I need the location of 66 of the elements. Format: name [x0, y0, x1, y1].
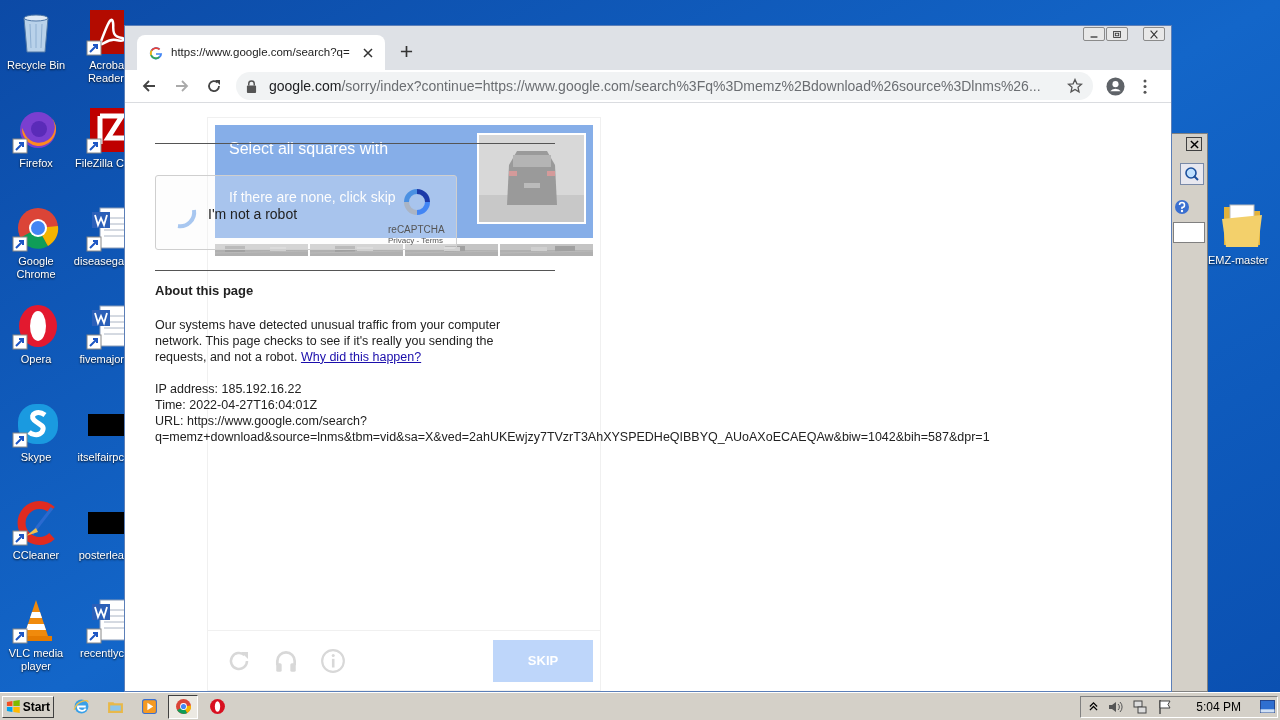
- close-button[interactable]: [1143, 27, 1165, 41]
- star-icon[interactable]: [1067, 78, 1083, 94]
- reload-icon[interactable]: [206, 78, 222, 94]
- input-field[interactable]: [1173, 222, 1205, 243]
- circle-logo-icon: [174, 698, 192, 715]
- address-bar[interactable]: google.com/sorry/index?continue=https://www.google.com/search%3Fq%3Dmemz%2Bdownload%26source%3Dlnms%26...: [236, 72, 1093, 100]
- play-icon: [140, 698, 158, 715]
- desktop-icon-label[interactable]: Firefox: [0, 157, 72, 170]
- info-line: q=memz+download&source=lnms&tbm=vid&sa=X&ved=2ahUKEwjzy7TVzrT3AhXYSPEDHeQIBBYQ_AUoAXoECAEQAw&biw=1042&bih=587&dpr=1: [155, 428, 991, 445]
- recaptcha-logo-icon: [401, 186, 433, 218]
- url-text: google.com/sorry/index?continue=https://www.google.com/search%3Fq%3Dmemz%2Bdownload%26source%3Dlnms%26...: [269, 76, 1042, 96]
- checkbox-label: I'm not a robot: [208, 205, 298, 224]
- menu-icon[interactable]: [1143, 78, 1147, 94]
- info-line: IP address: 185.192.16.22: [155, 380, 303, 397]
- desktop-icon-label[interactable]: Google Chrome: [0, 255, 72, 281]
- clock: 5:04 PM: [1196, 698, 1241, 716]
- info-line: Time: 2022-04-27T16:04:01Z: [155, 396, 319, 413]
- section-heading: About this page: [155, 282, 255, 300]
- account-icon[interactable]: [1106, 76, 1125, 96]
- start-button[interactable]: Start: [2, 695, 54, 718]
- desktop-icon-label[interactable]: recentlyc: [70, 647, 124, 660]
- close-button[interactable]: [1186, 137, 1202, 151]
- network-icon[interactable]: [1132, 698, 1149, 715]
- desktop-icon-label[interactable]: Acroba Reader: [70, 59, 124, 85]
- privacy-terms-links[interactable]: Privacy - Terms: [388, 235, 443, 247]
- new-tab-icon[interactable]: [400, 45, 413, 58]
- desktop-icon-label[interactable]: VLC media player: [0, 647, 72, 673]
- taskbar-button[interactable]: [168, 694, 198, 719]
- paragraph: Our systems have detected unusual traffic from your computer network. This page checks to see if it's really you sending the requests, and not a robot. Why did this happen?: [155, 316, 502, 365]
- desktop-icon-label[interactable]: posterlea: [70, 549, 124, 562]
- pdf-document-icon[interactable]: [86, 8, 124, 56]
- link[interactable]: Why did this happen?: [300, 349, 422, 364]
- desktop-icon-label[interactable]: EMZ-master: [1208, 254, 1274, 267]
- desktop-icon-label[interactable]: diseasega: [70, 255, 124, 268]
- minimize-icon: [1088, 36, 1100, 38]
- chevron-up-icon[interactable]: [1089, 701, 1099, 712]
- back-icon[interactable]: [141, 78, 157, 94]
- challenge-title: Select all squares with: [229, 139, 389, 159]
- recaptcha-brand: reCAPTCHA: [388, 223, 445, 237]
- close-icon[interactable]: [363, 47, 373, 58]
- letter-o-icon[interactable]: [12, 302, 60, 350]
- desktop-icon-label[interactable]: FileZilla C: [70, 157, 124, 170]
- desktop-icon-label[interactable]: fivemajor: [70, 353, 124, 366]
- letter-o-icon: [208, 698, 226, 715]
- desktop-icon-label[interactable]: CCleaner: [0, 549, 72, 562]
- windows-flag-icon: [6, 699, 21, 714]
- flag-icon[interactable]: [1157, 698, 1174, 715]
- desktop-icon-label[interactable]: itselfairpc: [70, 451, 124, 464]
- desktop-icon-label[interactable]: Recycle Bin: [0, 59, 72, 72]
- info-line: URL: https://www.google.com/search?: [155, 412, 368, 429]
- show-desktop-icon[interactable]: [1260, 700, 1275, 713]
- close-icon: [1148, 28, 1160, 40]
- desktop-icon-label[interactable]: Skype: [0, 451, 72, 464]
- restore-button[interactable]: [1106, 27, 1128, 41]
- minimize-button[interactable]: [1083, 27, 1105, 41]
- restore-icon: [1111, 28, 1123, 40]
- google-logo-icon: [149, 45, 163, 60]
- search-button[interactable]: [1180, 163, 1204, 185]
- browser-tab[interactable]: https://www.google.com/search?q=: [137, 35, 385, 70]
- desktop-icon-label[interactable]: Opera: [0, 353, 72, 366]
- help-icon[interactable]: [1174, 199, 1190, 215]
- lock-icon: [246, 79, 257, 93]
- globe-e-icon: [72, 698, 90, 715]
- challenge-subtitle: If there are none, click skip: [229, 188, 396, 207]
- zigzag-logo-icon[interactable]: [86, 106, 124, 154]
- tab-title: https://www.google.com/search?q=: [171, 44, 351, 60]
